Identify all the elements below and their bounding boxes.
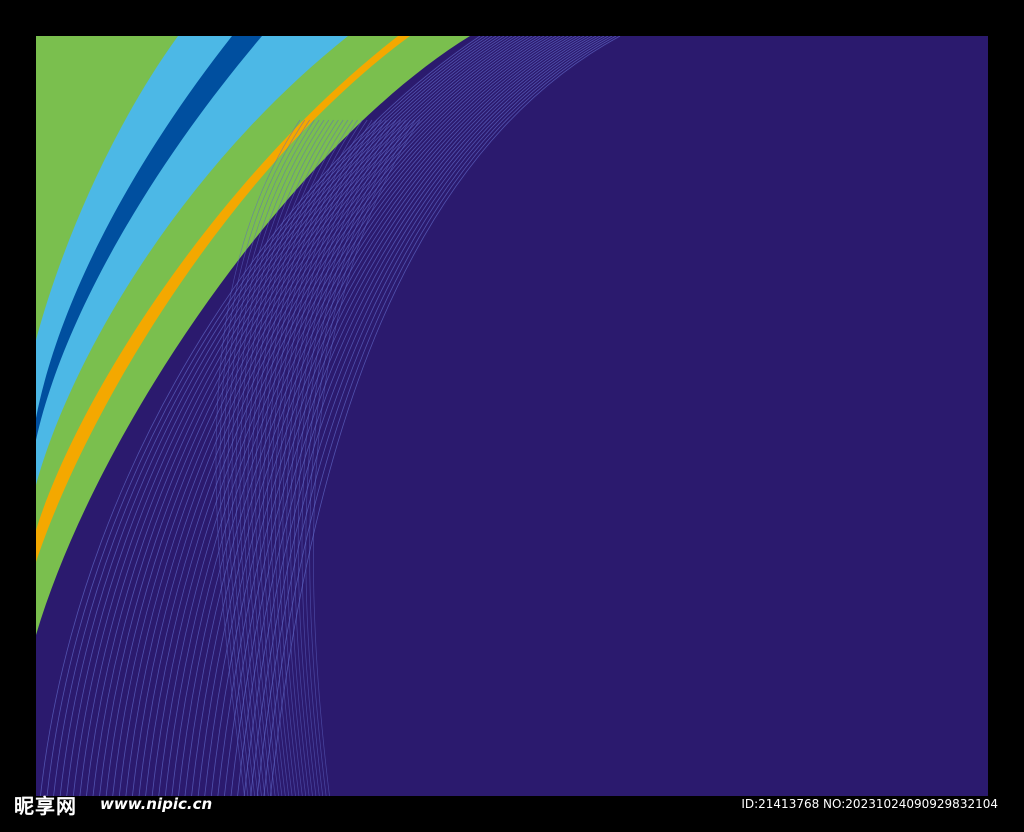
watermark-url: www.nipic.cn — [100, 795, 213, 813]
watermark-logo: 昵享网 — [14, 794, 77, 818]
abstract-wave-background — [36, 36, 988, 796]
watermark-id: ID:21413768 NO:20231024090929832104 — [741, 797, 998, 811]
